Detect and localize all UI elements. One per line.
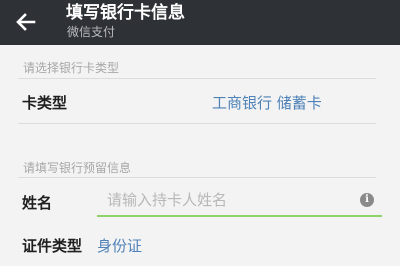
id-type-value[interactable]: 身份证	[97, 236, 142, 256]
name-label: 姓名	[22, 194, 53, 212]
card-type-value[interactable]: 工商银行 储蓄卡	[212, 93, 322, 113]
info-section-header: 请填写银行预留信息	[23, 161, 132, 175]
title-bar: 填写银行卡信息 微信支付	[0, 0, 400, 45]
section-divider	[18, 177, 376, 178]
row-divider	[18, 123, 376, 124]
back-button[interactable]	[12, 9, 40, 35]
id-type-label: 证件类型	[22, 237, 83, 255]
cardholder-name-input[interactable]	[97, 185, 382, 217]
page-subtitle: 微信支付	[67, 25, 116, 39]
page-title: 填写银行卡信息	[66, 3, 185, 23]
card-section-header: 请选择银行卡类型	[23, 61, 120, 75]
section-divider	[18, 78, 376, 79]
card-type-label: 卡类型	[22, 94, 68, 112]
info-icon[interactable]: i	[360, 193, 374, 207]
back-arrow-icon	[16, 13, 36, 31]
